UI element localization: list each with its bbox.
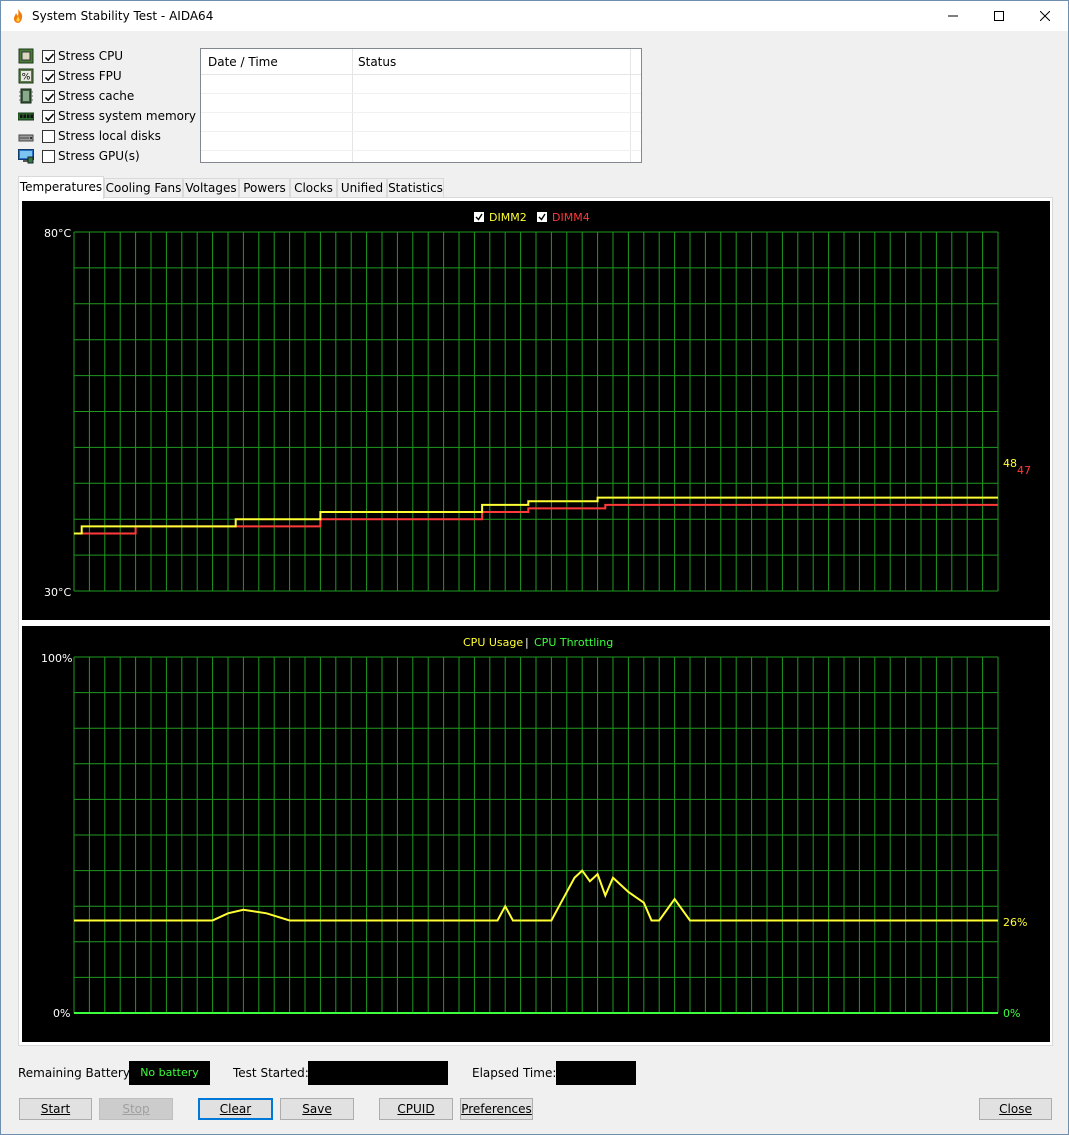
stress-cache-label: Stress cache	[58, 89, 135, 103]
cpu-chip-icon	[18, 48, 34, 64]
stress-system-memory-label: Stress system memory	[58, 109, 197, 123]
tab-powers[interactable]: Powers	[239, 178, 290, 198]
save-button[interactable]: Save	[280, 1098, 354, 1120]
temperatures-panel: DIMM2 DIMM4 80°C 30°C 48 47 CPU Usage | …	[18, 197, 1053, 1046]
legend-dimm2: DIMM2	[489, 211, 527, 224]
maximize-button[interactable]	[976, 1, 1022, 31]
column-divider	[352, 49, 353, 162]
stop-button-label: Stop	[122, 1102, 150, 1116]
start-button[interactable]: Start	[19, 1098, 92, 1120]
temp-y-min-label: 30°C	[44, 586, 71, 599]
legend-cpu-throttling: CPU Throttling	[534, 636, 613, 649]
close-window-button[interactable]	[1022, 1, 1068, 31]
stress-system-memory-option[interactable]: Stress system memory	[17, 107, 196, 127]
stress-local-disks-checkbox[interactable]	[42, 130, 55, 143]
remaining-battery-value: No battery	[129, 1061, 210, 1085]
fpu-percent-icon: %	[18, 68, 34, 84]
tab-unified[interactable]: Unified	[337, 178, 387, 198]
tab-cooling-fans[interactable]: Cooling Fans	[104, 178, 183, 198]
dimm4-current-value: 47	[1017, 464, 1031, 477]
temperature-legend: DIMM2 DIMM4	[474, 211, 590, 224]
usage-y-max-label: 100%	[41, 652, 72, 665]
preferences-button[interactable]: Preferences	[460, 1098, 533, 1120]
temperature-graph-canvas: DIMM2 DIMM4 80°C 30°C 48 47	[44, 211, 1031, 599]
stress-cpu-label: Stress CPU	[58, 49, 124, 63]
clear-button-label: Clear	[219, 1102, 252, 1116]
status-row: Remaining Battery: No battery Test Start…	[18, 1061, 1053, 1085]
disk-drive-icon	[18, 134, 34, 142]
table-row	[201, 112, 641, 113]
tab-clocks[interactable]: Clocks	[290, 178, 337, 198]
cache-chip-icon	[19, 88, 33, 104]
dimm4-legend-checkbox[interactable]	[537, 212, 547, 222]
elapsed-time-value	[556, 1061, 636, 1085]
svg-text:%: %	[22, 73, 31, 83]
maximize-icon	[994, 11, 1004, 21]
memory-module-icon	[18, 112, 34, 121]
stress-cpu-checkbox[interactable]	[42, 50, 55, 63]
usage-y-min-label: 0%	[53, 1007, 70, 1020]
dimm2-legend-checkbox[interactable]	[474, 212, 484, 222]
tab-statistics[interactable]: Statistics	[387, 178, 444, 198]
stress-local-disks-label: Stress local disks	[58, 129, 161, 143]
title-bar[interactable]: System Stability Test - AIDA64	[1, 1, 1068, 31]
close-icon	[1040, 11, 1050, 21]
monitor-gpu-icon	[18, 149, 34, 164]
stress-system-memory-checkbox[interactable]	[42, 110, 55, 123]
temperature-graph: DIMM2 DIMM4 80°C 30°C 48 47	[22, 201, 1050, 620]
window-title: System Stability Test - AIDA64	[32, 9, 214, 23]
cpu-usage-grid	[73, 656, 999, 1014]
remaining-battery-label: Remaining Battery:	[18, 1066, 134, 1080]
table-row	[201, 93, 641, 94]
stress-local-disks-option[interactable]: Stress local disks	[17, 127, 187, 147]
stress-cpu-option[interactable]: Stress CPU	[17, 47, 187, 67]
close-button-label: Close	[999, 1102, 1032, 1116]
column-divider	[630, 49, 631, 162]
stress-fpu-checkbox[interactable]	[42, 70, 55, 83]
column-header-status[interactable]: Status	[358, 55, 396, 69]
stress-gpu-checkbox[interactable]	[42, 150, 55, 163]
elapsed-time-label: Elapsed Time:	[472, 1066, 557, 1080]
preferences-button-label: Preferences	[461, 1102, 532, 1116]
cpu-throttling-current-value: 0%	[1003, 1007, 1020, 1020]
temperature-grid	[73, 231, 999, 592]
stop-button[interactable]: Stop	[99, 1098, 173, 1120]
aida64-stability-window: System Stability Test - AIDA64 Stress CP…	[0, 0, 1069, 1135]
stress-cache-checkbox[interactable]	[42, 90, 55, 103]
tab-temperatures[interactable]: Temperatures	[18, 176, 104, 199]
tab-voltages[interactable]: Voltages	[183, 178, 239, 198]
legend-dimm4: DIMM4	[552, 211, 590, 224]
legend-separator: |	[525, 636, 529, 649]
cpu-usage-current-value: 26%	[1003, 916, 1027, 929]
stress-fpu-label: Stress FPU	[58, 69, 122, 83]
event-log-table[interactable]: Date / Time Status	[200, 48, 642, 163]
cpu-usage-graph-canvas: CPU Usage | CPU Throttling 100% 0% 26% 0…	[41, 636, 1027, 1020]
cpuid-button[interactable]: CPUID	[379, 1098, 453, 1120]
legend-cpu-usage: CPU Usage	[463, 636, 523, 649]
test-started-value	[308, 1061, 448, 1085]
start-button-label: Start	[40, 1102, 71, 1116]
minimize-icon	[948, 15, 958, 17]
test-started-label: Test Started:	[233, 1066, 309, 1080]
temp-y-max-label: 80°C	[44, 227, 71, 240]
stress-gpu-option[interactable]: Stress GPU(s)	[17, 147, 187, 167]
stress-cache-option[interactable]: Stress cache	[17, 87, 187, 107]
dimm2-current-value: 48	[1003, 457, 1017, 470]
cpu-usage-legend: CPU Usage | CPU Throttling	[463, 636, 613, 649]
close-button[interactable]: Close	[979, 1098, 1052, 1120]
cpuid-button-label: CPUID	[397, 1102, 435, 1116]
table-row	[201, 131, 641, 132]
table-row	[201, 150, 641, 151]
aida64-flame-icon	[13, 9, 23, 23]
event-log-header: Date / Time Status	[201, 49, 641, 75]
stress-fpu-option[interactable]: % Stress FPU	[17, 67, 187, 87]
save-button-label: Save	[302, 1102, 332, 1116]
stress-gpu-label: Stress GPU(s)	[58, 149, 140, 163]
column-header-date-time[interactable]: Date / Time	[208, 55, 278, 69]
minimize-button[interactable]	[930, 1, 976, 31]
clear-button[interactable]: Clear	[198, 1098, 273, 1120]
cpu-usage-graph: CPU Usage | CPU Throttling 100% 0% 26% 0…	[22, 626, 1050, 1042]
